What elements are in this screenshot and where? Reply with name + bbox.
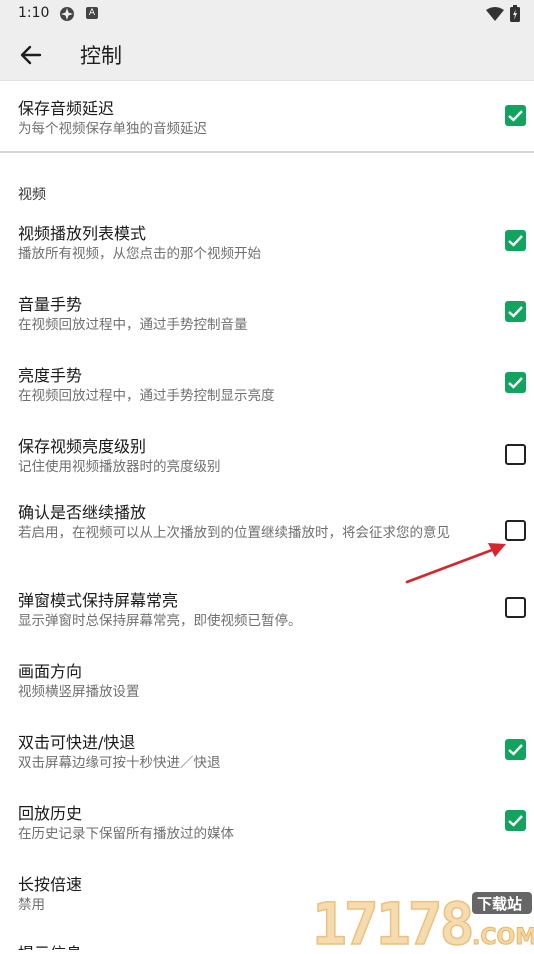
check-icon (508, 815, 523, 827)
check-icon (508, 306, 523, 318)
setting-subtitle: 视频横竖屏播放设置 (18, 684, 140, 700)
checkbox-checked[interactable] (505, 105, 526, 126)
status-time: 1:10 (18, 5, 50, 21)
setting-title: 弹窗模式保持屏幕常亮 (18, 591, 179, 610)
setting-double-tap-seek[interactable]: 双击可快进/快退 双击屏幕边缘可按十秒快进／快退 (0, 725, 534, 796)
svg-text:17178: 17178 (312, 890, 472, 950)
checkbox-unchecked[interactable] (505, 520, 526, 541)
divider (0, 151, 534, 153)
checkbox-unchecked[interactable] (505, 597, 526, 618)
checkbox-unchecked[interactable] (505, 444, 526, 465)
status-bar: 1:10 A (0, 0, 534, 28)
setting-subtitle: 在视频回放过程中，通过手势控制音量 (18, 317, 248, 333)
checkbox-checked[interactable] (505, 301, 526, 322)
a-icon: A (86, 7, 98, 19)
watermark-logo: 17178 下载站 .COM (311, 884, 534, 954)
setting-subtitle: 播放所有视频，从您点击的那个视频开始 (18, 246, 261, 262)
checkbox-checked[interactable] (505, 372, 526, 393)
section-header-video: 视频 (18, 187, 46, 203)
svg-text:下载站: 下载站 (477, 895, 522, 913)
setting-playback-history[interactable]: 回放历史 在历史记录下保留所有播放过的媒体 (0, 796, 534, 867)
setting-title: 保存音频延迟 (18, 99, 115, 118)
setting-title: 音量手势 (18, 295, 83, 314)
setting-subtitle: 在视频回放过程中，通过手势控制显示亮度 (18, 388, 275, 404)
status-indicators (486, 5, 520, 22)
check-icon (508, 377, 523, 389)
setting-subtitle: 记住使用视频播放器时的亮度级别 (18, 459, 221, 475)
app-bar: 控制 (0, 28, 534, 81)
setting-subtitle: 双击屏幕边缘可按十秒快进／快退 (18, 755, 221, 771)
setting-title: 提示信息 (18, 940, 82, 950)
check-icon (508, 235, 523, 247)
setting-screen-orientation[interactable]: 画面方向 视频横竖屏播放设置 (0, 654, 534, 725)
setting-subtitle: 为每个视频保存单独的音频延迟 (18, 121, 207, 137)
svg-text:.COM: .COM (472, 925, 534, 950)
annotation-arrow-icon (405, 543, 506, 584)
setting-subtitle: 在历史记录下保留所有播放过的媒体 (18, 826, 234, 842)
setting-subtitle: 显示弹窗时总保持屏幕常亮，即使视频已暂停。 (18, 613, 302, 629)
page-title: 控制 (80, 44, 122, 68)
setting-title: 长按倍速 (18, 875, 83, 894)
setting-title: 确认是否继续播放 (18, 503, 147, 522)
setting-title: 双击可快进/快退 (18, 733, 136, 752)
wifi-icon (486, 6, 504, 21)
setting-volume-gesture[interactable]: 音量手势 在视频回放过程中，通过手势控制音量 (0, 276, 534, 347)
setting-title: 回放历史 (18, 804, 83, 823)
check-icon (508, 110, 523, 122)
setting-title: 视频播放列表模式 (18, 224, 147, 243)
setting-title: 画面方向 (18, 662, 83, 681)
setting-title: 保存视频亮度级别 (18, 437, 147, 456)
setting-brightness-gesture[interactable]: 亮度手势 在视频回放过程中，通过手势控制显示亮度 (0, 347, 534, 418)
setting-popup-keep-screen-on[interactable]: 弹窗模式保持屏幕常亮 显示弹窗时总保持屏幕常亮，即使视频已暂停。 (0, 583, 534, 654)
battery-icon (510, 5, 520, 22)
checkbox-checked[interactable] (505, 230, 526, 251)
setting-video-playlist-mode[interactable]: 视频播放列表模式 播放所有视频，从您点击的那个视频开始 (0, 205, 534, 276)
setting-title: 亮度手势 (18, 366, 83, 385)
setting-save-audio-delay[interactable]: 保存音频延迟 为每个视频保存单独的音频延迟 (0, 80, 534, 152)
watermark-graphic-icon: 17178 下载站 .COM (311, 889, 534, 954)
checkbox-checked[interactable] (505, 739, 526, 760)
checkbox-checked[interactable] (505, 810, 526, 831)
arrow-left-icon[interactable] (18, 42, 44, 68)
setting-save-brightness-level[interactable]: 保存视频亮度级别 记住使用视频播放器时的亮度级别 (0, 418, 534, 489)
check-icon (508, 744, 523, 756)
settings-icon (60, 7, 74, 21)
